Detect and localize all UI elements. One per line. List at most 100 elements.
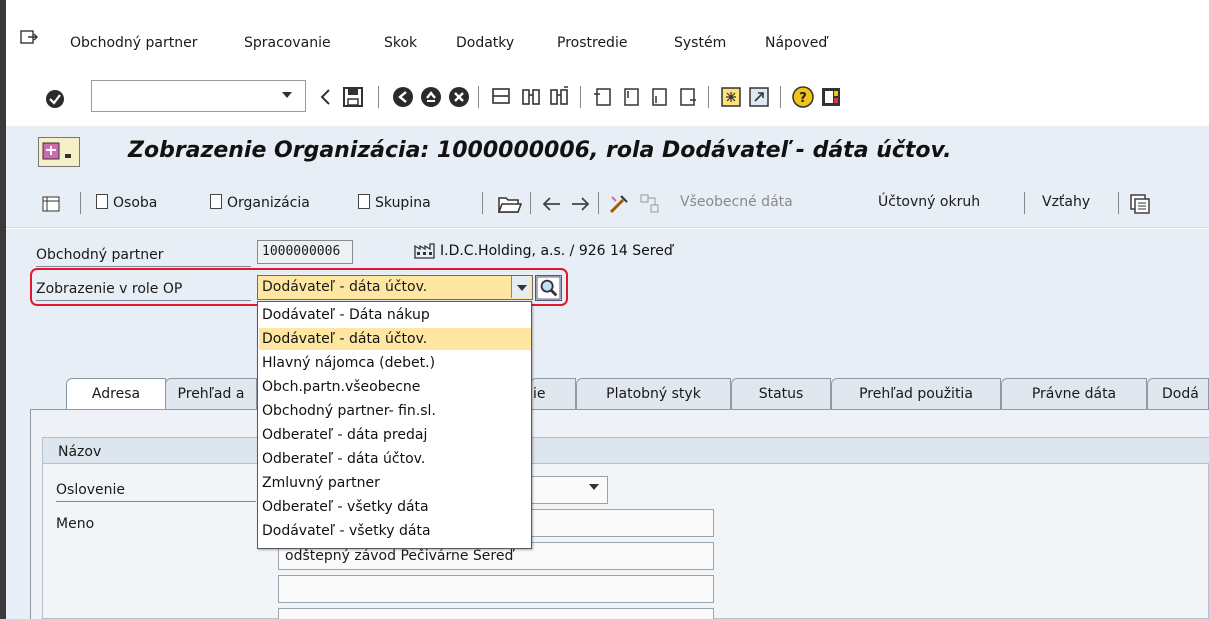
toolbar-separator — [530, 192, 531, 214]
menu-prostredie[interactable]: Prostredie — [557, 35, 627, 51]
find-next-icon[interactable] — [548, 86, 570, 108]
tab-prehlad-adries[interactable]: Prehľad a — [165, 378, 257, 410]
toolbar-separator — [580, 86, 581, 108]
page-title: Zobrazenie Organizácia: 1000000006, rola… — [128, 138, 952, 163]
menu-button-icon — [42, 142, 71, 160]
name-group-title: Názov — [58, 444, 102, 460]
bp-role-value: Dodávateľ - dáta účtov. — [262, 279, 428, 295]
tab-identification-partial[interactable]: ie — [530, 378, 576, 410]
menu-button[interactable] — [38, 137, 80, 167]
company-code-button[interactable]: Účtovný okruh — [878, 194, 980, 210]
name-group-header — [43, 438, 1209, 464]
salutation-label: Oslovenie — [56, 482, 126, 498]
open-folder-icon[interactable] — [498, 194, 522, 214]
tab-adresa[interactable]: Adresa — [66, 378, 166, 411]
general-data-button[interactable]: Všeobecné dáta — [680, 194, 793, 210]
save-icon[interactable] — [342, 86, 364, 108]
enter-check-icon[interactable] — [45, 89, 65, 109]
new-person-button[interactable]: Osoba — [96, 194, 157, 211]
command-history-chevron-icon[interactable] — [282, 92, 292, 98]
bp-role-dropdown-chevron-icon[interactable] — [511, 276, 530, 298]
business-partner-description: I.D.C.Holding, a.s. / 926 14 Sereď — [440, 243, 673, 259]
toolbar-separator — [1024, 192, 1025, 214]
dropdown-option-selected[interactable]: Dodávateľ - dáta účtov. — [259, 328, 531, 350]
dropdown-option[interactable]: Dodávateľ - Dáta nákup — [259, 304, 531, 326]
toolbar-separator — [478, 86, 479, 108]
dropdown-option[interactable]: Odberateľ - všetky dáta — [259, 496, 531, 518]
next-arrow-icon[interactable] — [570, 196, 590, 212]
toolbar-separator — [780, 86, 781, 108]
bp-role-dropdown-list: Dodávateľ - Dáta nákup Dodávateľ - dáta … — [257, 301, 532, 549]
field-underline — [56, 501, 256, 502]
last-page-icon[interactable] — [676, 86, 698, 108]
menu-napoved[interactable]: Nápoveď — [765, 35, 827, 51]
menu-skok[interactable]: Skok — [384, 35, 417, 51]
tab-dodavatel-partial[interactable]: Dodá — [1147, 378, 1209, 410]
new-group-label: Skupina — [375, 195, 431, 211]
list-view-icon[interactable] — [42, 196, 60, 212]
dropdown-option[interactable]: Obch.partn.všeobecne — [259, 376, 531, 398]
back-arrow-icon[interactable] — [318, 86, 332, 108]
menu-exit-icon[interactable] — [20, 30, 38, 46]
name-label: Meno — [56, 516, 95, 532]
display-list-icon[interactable] — [1130, 194, 1150, 214]
change-display-icon[interactable] — [608, 193, 630, 215]
dropdown-option[interactable]: Odberateľ - dáta účtov. — [259, 448, 531, 470]
find-icon[interactable] — [520, 86, 542, 108]
shortcut-icon[interactable] — [748, 86, 770, 108]
new-document-icon — [210, 194, 222, 209]
business-partner-field: 1000000006 — [257, 240, 353, 264]
tab-status[interactable]: Status — [731, 378, 831, 410]
cancel-icon[interactable] — [448, 86, 470, 108]
back-icon[interactable] — [392, 86, 414, 108]
svg-text:?: ? — [799, 91, 807, 106]
dropdown-option[interactable]: Obchodný partner- fin.sl. — [259, 400, 531, 422]
toolbar-separator — [708, 86, 709, 108]
field-underline — [36, 300, 251, 301]
toolbar-separator — [80, 192, 81, 214]
menu-system[interactable]: Systém — [674, 35, 726, 51]
toolbar-separator — [482, 192, 483, 214]
menu-spracovanie[interactable]: Spracovanie — [244, 35, 331, 51]
new-group-button[interactable]: Skupina — [358, 194, 431, 211]
salutation-chevron-down-icon[interactable] — [589, 484, 599, 490]
new-person-label: Osoba — [113, 195, 158, 211]
name-field-2-value: odštepný závod Pečivárne Sereď — [285, 548, 514, 564]
previous-arrow-icon[interactable] — [542, 196, 562, 212]
help-icon[interactable]: ? — [792, 86, 814, 108]
menu-obchodny-partner[interactable]: Obchodný partner — [70, 35, 198, 51]
business-partner-value: 1000000006 — [262, 244, 341, 259]
tab-prehlad-pouzitia[interactable]: Prehľad použitia — [831, 378, 1001, 410]
relationships-button[interactable]: Vzťahy — [1042, 194, 1090, 210]
print-icon[interactable] — [490, 86, 512, 108]
dropdown-option[interactable]: Hlavný nájomca (debet.) — [259, 352, 531, 374]
new-document-icon — [358, 194, 370, 209]
menu-dodatky[interactable]: Dodatky — [456, 35, 514, 51]
prev-page-icon[interactable] — [620, 86, 642, 108]
exit-icon[interactable] — [420, 86, 442, 108]
layout-icon[interactable] — [820, 86, 842, 108]
tab-platobny-styk[interactable]: Platobný styk — [576, 378, 731, 410]
bp-role-label: Zobrazenie v role OP — [36, 281, 183, 297]
tab-pravne-data[interactable]: Právne dáta — [1001, 378, 1147, 410]
toolbar-separator — [598, 192, 599, 214]
name-field-4[interactable] — [278, 608, 714, 619]
toolbar-separator — [378, 86, 379, 108]
new-organization-label: Organizácia — [227, 195, 310, 211]
next-page-icon[interactable] — [648, 86, 670, 108]
hierarchy-icon[interactable] — [640, 193, 660, 215]
organization-icon — [414, 243, 435, 259]
dropdown-option[interactable]: Odberateľ - dáta predaj — [259, 424, 531, 446]
bp-role-select[interactable]: Dodávateľ - dáta účtov. — [257, 275, 533, 300]
switch-role-magnifier-icon[interactable] — [535, 275, 562, 301]
command-field[interactable] — [91, 80, 306, 112]
toolbar-separator — [1118, 192, 1119, 214]
new-organization-button[interactable]: Organizácia — [210, 194, 310, 211]
new-session-icon[interactable] — [720, 86, 742, 108]
name-field-3[interactable] — [278, 575, 714, 603]
dropdown-option[interactable]: Dodávateľ - všetky dáta — [259, 520, 531, 542]
dropdown-option[interactable]: Zmluvný partner — [259, 472, 531, 494]
field-underline — [36, 266, 251, 267]
menu-bar — [6, 0, 1209, 66]
first-page-icon[interactable] — [592, 86, 614, 108]
